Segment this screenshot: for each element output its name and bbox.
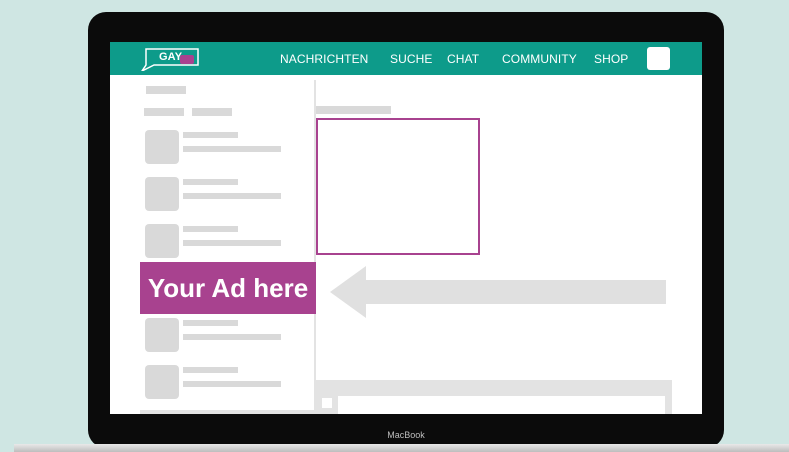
list-thumb [145,224,179,258]
list-thumb [145,318,179,352]
placeholder-bar [183,381,281,387]
ad-placement-box [316,118,480,255]
device-label: MacBook [387,430,425,440]
nav-item-shop[interactable]: SHOP [594,52,628,66]
nav-item-nachrichten[interactable]: NACHRICHTEN [280,52,368,66]
placeholder-bar [183,179,238,185]
list-bullet [322,398,332,408]
nav-item-chat[interactable]: CHAT [447,52,479,66]
placeholder-bar [183,132,238,138]
list-thumb [145,130,179,164]
placeholder-bar [183,226,238,232]
placeholder-bar [183,240,281,246]
nav-item-suche[interactable]: SUCHE [390,52,433,66]
placeholder-bar [183,146,281,152]
left-panel [140,80,314,410]
list-thumb [145,365,179,399]
laptop-screen: GAY NACHRICHTEN SUCHE CHAT COMMUNITY SHO… [110,42,702,414]
nav-user-button[interactable] [647,47,670,70]
top-nav: GAY NACHRICHTEN SUCHE CHAT COMMUNITY SHO… [110,42,702,75]
your-ad-label: Your Ad here [140,262,316,314]
placeholder-bar [183,367,238,373]
placeholder-bar [183,320,238,326]
list-thumb [145,177,179,211]
laptop-base [14,444,789,452]
arrow-left-icon [330,266,666,318]
placeholder-bar [144,108,184,116]
placeholder-bar [192,108,232,116]
nav-item-community[interactable]: COMMUNITY [502,52,577,66]
logo-text: GAY [159,51,183,63]
placeholder-bar [316,106,391,114]
placeholder-bar [183,334,281,340]
bottom-content-box [338,396,665,414]
content-area [140,80,672,414]
placeholder-bar [183,193,281,199]
placeholder-bar [146,86,186,94]
